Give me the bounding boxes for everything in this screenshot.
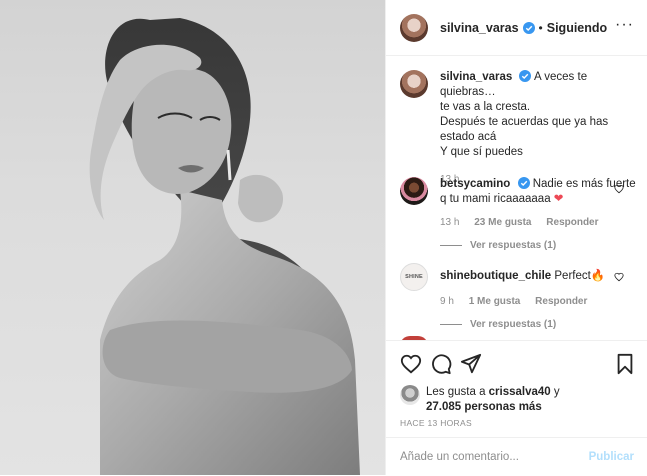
caption-username[interactable]: silvina_varas	[440, 71, 512, 83]
commenter-avatar[interactable]: SHINE	[400, 263, 428, 291]
reply-button[interactable]: Responder	[535, 296, 587, 307]
comment-item: SHINE shineboutique_chile Perfect🔥 9 h 1…	[400, 263, 636, 330]
likes-summary: Les gusta a crissalva40 y 27.085 persona…	[400, 385, 636, 415]
post-timestamp[interactable]: HACE 13 HORAS	[400, 418, 472, 428]
comment-text: shineboutique_chile Perfect🔥	[440, 263, 636, 284]
comment-item: betsycamino Nadie es más fuerte q tu mam…	[400, 177, 636, 251]
like-comment-heart-icon[interactable]	[614, 184, 624, 194]
post-side-panel: silvina_varas • Siguiendo ··· silvina_va…	[385, 0, 647, 475]
liker-avatar[interactable]	[400, 385, 420, 405]
likes-text: Les gusta a crissalva40 y 27.085 persona…	[426, 385, 636, 415]
comment-body: Perfect	[554, 270, 591, 282]
heart-emoji: ❤	[553, 193, 564, 205]
likes-prefix: Les gusta a	[426, 386, 489, 398]
instagram-post: silvina_varas • Siguiendo ··· silvina_va…	[0, 0, 647, 475]
verified-badge-icon	[517, 177, 530, 189]
comment-time[interactable]: 13 h	[440, 217, 459, 228]
post-actions: Les gusta a crissalva40 y 27.085 persona…	[386, 340, 647, 475]
verified-badge-icon	[522, 21, 535, 34]
view-replies-label: Ver respuestas (1)	[470, 319, 557, 330]
comment-time[interactable]: 9 h	[440, 296, 454, 307]
post-photo[interactable]	[0, 0, 385, 475]
liker-username[interactable]: crissalva40	[489, 386, 551, 398]
action-bar	[400, 353, 636, 379]
comment-text: betsycamino Nadie es más fuerte q tu mam…	[440, 177, 636, 207]
caption-line: Después te acuerdas que ya has	[440, 116, 609, 128]
author-username[interactable]: silvina_varas	[440, 21, 519, 35]
commenter-username[interactable]: betsycamino	[440, 178, 510, 190]
comment-input[interactable]: Añade un comentario...	[400, 451, 589, 463]
caption-line: te vas a la cresta.	[440, 101, 531, 113]
verified-badge-icon	[519, 70, 532, 82]
bookmark-icon[interactable]	[614, 353, 636, 375]
comment-likes[interactable]: 1 Me gusta	[469, 296, 521, 307]
replies-line	[440, 324, 462, 325]
caption-text: silvina_varas A veces te quiebras… te va…	[440, 70, 636, 160]
comment-meta: 9 h 1 Me gusta Responder	[440, 296, 636, 307]
publish-button[interactable]: Publicar	[589, 451, 634, 463]
caption-line: estado acá	[440, 131, 497, 143]
view-replies-button[interactable]: Ver respuestas (1)	[440, 240, 636, 251]
separator-dot: •	[538, 20, 543, 35]
follow-button[interactable]: Siguiendo	[547, 21, 607, 35]
portrait-illustration	[89, 18, 360, 475]
post-header: silvina_varas • Siguiendo ···	[386, 0, 647, 56]
comment-icon[interactable]	[430, 353, 452, 375]
author-avatar[interactable]	[400, 13, 428, 42]
comment-composer: Añade un comentario... Publicar	[386, 437, 647, 476]
commenter-avatar[interactable]	[400, 177, 428, 205]
comment-meta: 13 h 23 Me gusta Responder	[440, 217, 636, 228]
fire-emoji: 🔥	[590, 270, 606, 282]
heart-icon[interactable]	[400, 353, 422, 375]
comments-list: silvina_varas A veces te quiebras… te va…	[386, 57, 647, 340]
replies-line	[440, 245, 462, 246]
share-icon[interactable]	[460, 353, 482, 375]
comment-likes[interactable]: 23 Me gusta	[474, 217, 531, 228]
view-replies-label: Ver respuestas (1)	[470, 240, 557, 251]
caption-avatar[interactable]	[400, 70, 428, 98]
caption-line: Y que sí puedes	[440, 146, 523, 158]
view-replies-button[interactable]: Ver respuestas (1)	[440, 319, 636, 330]
like-comment-heart-icon[interactable]	[614, 272, 624, 282]
more-options-icon[interactable]: ···	[615, 17, 634, 33]
caption: silvina_varas A veces te quiebras… te va…	[400, 70, 636, 185]
commenter-username[interactable]: shineboutique_chile	[440, 270, 551, 282]
likes-count[interactable]: 27.085 personas más	[426, 401, 542, 413]
reply-button[interactable]: Responder	[546, 217, 598, 228]
likes-mid: y	[550, 386, 560, 398]
